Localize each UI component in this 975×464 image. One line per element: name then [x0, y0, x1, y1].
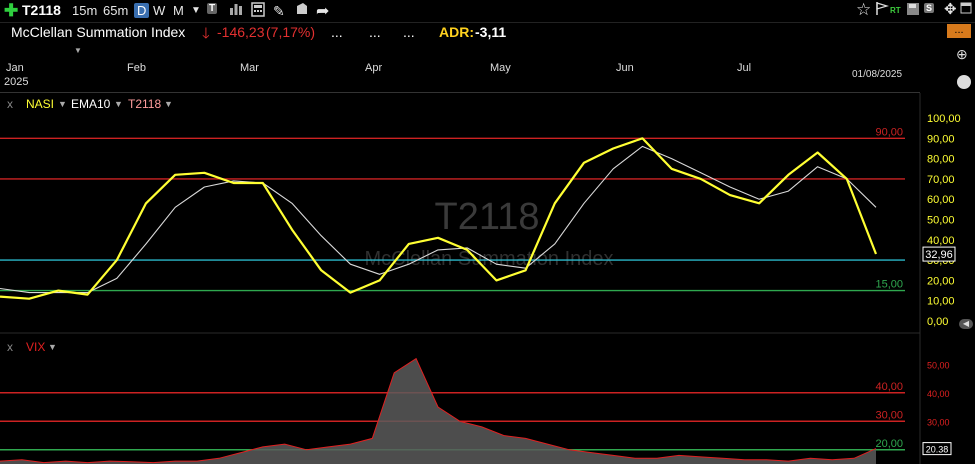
legend-t2118-dropdown-icon[interactable]: ▼ — [164, 99, 173, 109]
vix-y-tick-0: 50,00 — [927, 360, 950, 370]
vix-y-tick-1: 40,00 — [927, 389, 950, 399]
legend-ema10-dropdown-icon[interactable]: ▼ — [114, 99, 123, 109]
y-tick-4: 60,00 — [927, 194, 955, 206]
legend-vix-dropdown-icon[interactable]: ▼ — [48, 342, 57, 352]
y-tick-0: 100,00 — [927, 113, 961, 125]
y-tick-9: 10,00 — [927, 296, 955, 308]
vix-y-tick-2: 30,00 — [927, 417, 950, 427]
palette-icon[interactable] — [957, 75, 971, 89]
y-tick-2: 80,00 — [927, 154, 955, 166]
y-tick-6: 40,00 — [927, 235, 955, 247]
ref-label-15: 15,00 — [875, 279, 903, 291]
y-tick-3: 70,00 — [927, 174, 955, 186]
legend-nasi-dropdown-icon[interactable]: ▼ — [58, 99, 67, 109]
y-tick-10: 0,00 — [927, 316, 948, 328]
y-tick-8: 20,00 — [927, 275, 955, 287]
legend-vix[interactable]: VIX — [26, 340, 45, 354]
close-vix-pane-icon[interactable]: x — [7, 340, 13, 354]
y-tick-1: 90,00 — [927, 133, 955, 145]
last-value-label: 32,96 — [925, 249, 953, 261]
vix-ref-label-30: 30,00 — [875, 409, 903, 421]
scroll-left-icon[interactable]: ◀ — [959, 319, 973, 329]
watermark-symbol: T2118 — [435, 196, 540, 238]
vix-area — [0, 358, 876, 464]
ref-label-90: 90,00 — [875, 126, 903, 138]
vix-ref-label-20: 20,00 — [875, 438, 903, 450]
legend-nasi[interactable]: NASI — [26, 97, 54, 111]
y-tick-5: 50,00 — [927, 215, 955, 227]
legend-t2118[interactable]: T2118 — [128, 97, 161, 111]
legend-ema10[interactable]: EMA10 — [71, 97, 110, 111]
vix-ref-label-40: 40,00 — [875, 381, 903, 393]
close-main-pane-icon[interactable]: x — [7, 97, 13, 111]
vix-last-value-label: 20.38 — [926, 445, 949, 455]
chart-canvas[interactable]: T2118McClellan Summation Index 90,0015,0… — [0, 0, 975, 464]
